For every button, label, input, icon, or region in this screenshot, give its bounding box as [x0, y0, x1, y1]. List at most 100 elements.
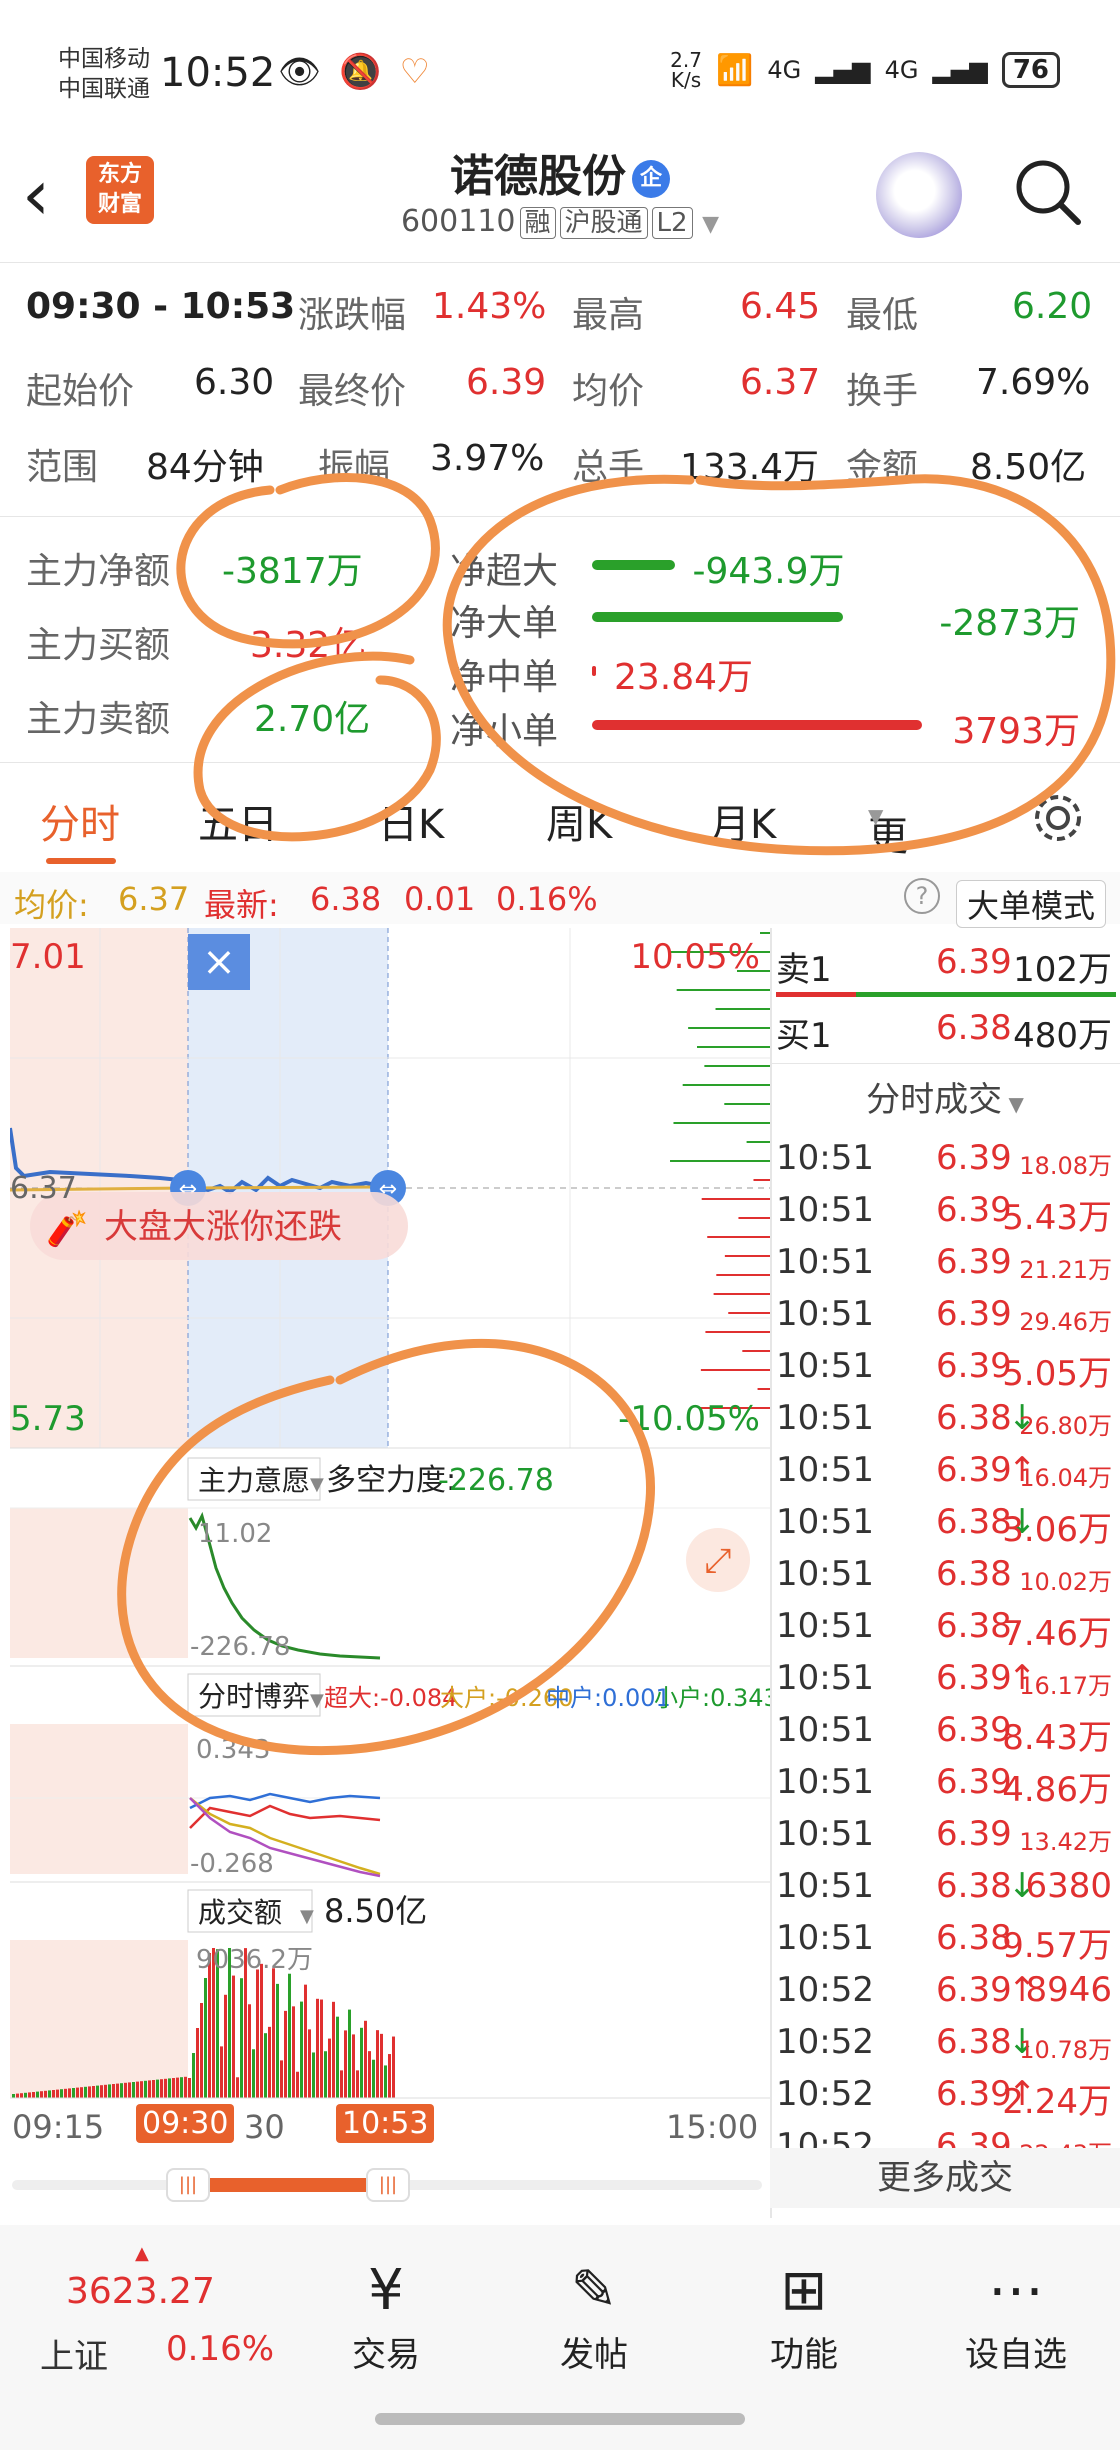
flow-bar [716, 1274, 770, 1276]
tab-weekly-k[interactable]: 周K [546, 792, 612, 850]
volume-bar [288, 1973, 291, 2098]
settings-gear-icon[interactable] [1030, 790, 1086, 846]
order-flow-bars [670, 932, 770, 1409]
intraday-info-bar: 均价: 6.37 最新: 6.38 0.01 0.16% ? 大单模式 [0, 872, 1120, 928]
volume-bar [204, 1978, 207, 2098]
volume-bar [168, 2078, 171, 2098]
flow-bar [688, 1027, 770, 1029]
volume-bar [96, 2085, 99, 2098]
game-selector: 分时博弈 [198, 1680, 310, 1713]
volume-bar [148, 2080, 151, 2098]
volume-bar [348, 2009, 351, 2098]
net-speed: 2.7 K/s [670, 48, 702, 92]
volume-bar [84, 2086, 87, 2098]
main-sell: 2.70亿 [254, 699, 371, 740]
volume-bar [296, 2071, 299, 2098]
slider-handle-right[interactable]: ||| [366, 2168, 410, 2202]
index-name[interactable]: 上证 [40, 2329, 108, 2378]
edit-icon: ✎ [570, 2258, 618, 2323]
intent-top-label: 11.02 [198, 1519, 272, 1549]
trade-row: 10:51 6.39 5.43万 [776, 1190, 1112, 1238]
search-icon[interactable] [1010, 154, 1086, 230]
volume-bar [196, 2028, 199, 2098]
volume-bar [88, 2086, 91, 2098]
flow-bar [746, 1141, 770, 1143]
trade-row: 10:51 6.38 10.02万 [776, 1554, 1112, 1596]
post-button[interactable]: ✎ 发帖 [514, 2255, 674, 2376]
flow-bar [728, 1312, 770, 1314]
flow-bar [757, 1388, 770, 1390]
volume-bar [344, 2030, 347, 2098]
info-latest: 6.38 [310, 880, 382, 918]
info-change: 0.01 [404, 880, 476, 918]
fund-flow-panel[interactable]: 主力净额 -3817万 主力买额 3.32亿 主力卖额 2.70亿 净超大 -94… [0, 520, 1120, 760]
index-pct: 0.16% [166, 2329, 275, 2369]
volume-bar [284, 2010, 287, 2098]
volume-bar [136, 2081, 139, 2098]
tab-five-day[interactable]: 五日 [198, 792, 278, 850]
change-pct: 1.43% [432, 286, 547, 327]
tab-intraday[interactable]: 分时 [40, 792, 120, 850]
fund-row-value: 23.84万 [614, 657, 754, 698]
intent-label: 多空力度: [326, 1463, 456, 1498]
flow-bar [682, 1084, 770, 1086]
tab-daily-k[interactable]: 日K [378, 792, 444, 850]
eye-icon: 👁 [278, 52, 322, 92]
time-selection-end[interactable]: 10:53 [336, 2104, 435, 2143]
flow-bar [760, 932, 770, 934]
time-selection-start[interactable]: 09:30 [136, 2104, 235, 2143]
slider-handle-left[interactable]: ||| [166, 2168, 210, 2202]
index-up-icon: ▲ [135, 2243, 149, 2264]
time-range: 09:30 - 10:53 [26, 286, 296, 327]
mute-icon: 🔕 [339, 52, 382, 92]
svg-text:▼: ▼ [300, 1906, 314, 1927]
intraday-chart[interactable]: × ⇔ ⇔ 🧨 大盘大涨你还跌 7.01 6.37 5.73 10.05% -1… [8, 928, 779, 2103]
volume-bar [300, 2001, 303, 2098]
fund-row-bar [592, 720, 922, 730]
trade-button[interactable]: ¥ 交易 [306, 2255, 466, 2376]
bid-1-row[interactable]: 买1 6.38 480万 [776, 1008, 1116, 1057]
index-value[interactable]: 3623.27 [66, 2271, 215, 2312]
signal-4g-2: 4G [884, 56, 919, 84]
volume-bar [92, 2086, 95, 2098]
help-icon[interactable]: ? [904, 878, 940, 914]
flow-bar [715, 1008, 770, 1010]
signal-bars-icon: ▂▄▆ [815, 56, 871, 84]
robot-avatar[interactable] [876, 152, 962, 238]
volume-bar [192, 2053, 195, 2098]
chart-svg[interactable]: × ⇔ ⇔ 🧨 大盘大涨你还跌 7.01 6.37 5.73 10.05% -1… [8, 928, 779, 2103]
info-pct: 0.16% [496, 880, 598, 918]
flow-bar [673, 1122, 770, 1124]
volume-bar [260, 1963, 263, 2098]
carrier-labels: 中国移动 中国联通 [58, 46, 150, 102]
volume-bar [128, 2082, 131, 2098]
volume-bar [172, 2078, 175, 2098]
wifi-icon: 📶 [715, 52, 754, 88]
dropdown-icon[interactable]: ▼ [702, 212, 719, 237]
ask-1-row[interactable]: 卖1 6.39 102万 [776, 942, 1116, 991]
volume-bar [292, 2006, 295, 2098]
fund-row-label: 净小单 [450, 711, 559, 752]
signal-bars-icon: ▂▄▆ [932, 56, 988, 84]
volume-bar [312, 2052, 315, 2098]
nav-bar: ‹ 东方 财富 诺德股份企 600110 融沪股通 L2 ▼ [0, 140, 1120, 260]
flow-bar [697, 1046, 770, 1048]
add-watchlist-button[interactable]: ⋯ 设自选 [936, 2255, 1096, 2376]
volume-bar [44, 2090, 47, 2098]
volume-bar [36, 2091, 39, 2098]
tag-connect: 沪股通 [559, 207, 648, 239]
high-value: 6.45 [740, 286, 821, 327]
volume-bar [336, 2016, 339, 2098]
big-order-mode-button[interactable]: 大单模式 [955, 880, 1106, 928]
features-button[interactable]: ⊞ 功能 [724, 2255, 884, 2376]
volume-bar [236, 2077, 239, 2098]
time-axis[interactable]: 09:15 09:30 30 10:53 15:00 ||| ||| [0, 2104, 770, 2224]
more-trades-button[interactable]: 更多成交 [770, 2148, 1120, 2208]
volume-bar [304, 1984, 307, 2098]
volume-bar [144, 2080, 147, 2098]
amplitude: 3.97% [430, 438, 545, 479]
tab-monthly-k[interactable]: 月K [710, 792, 776, 850]
range-slider-selection[interactable] [186, 2178, 386, 2192]
trade-icon: ¥ [368, 2258, 404, 2323]
trades-header[interactable]: 分时成交 ▼ [770, 1072, 1120, 1121]
